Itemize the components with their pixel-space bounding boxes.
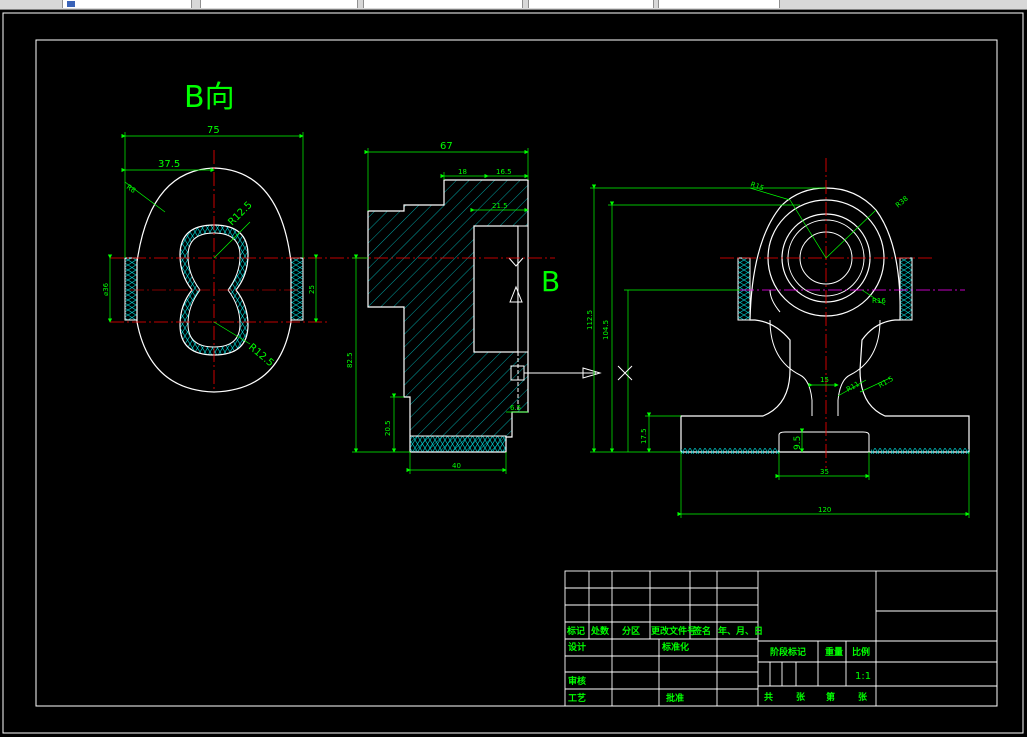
dim-r15: R15 (749, 180, 765, 192)
dim-r-small: R8 (125, 183, 137, 195)
document-icon (67, 1, 75, 7)
dim-r11: R11 (845, 380, 861, 394)
front-left-boss (737, 257, 751, 321)
svg-text:设计: 设计 (568, 641, 586, 653)
svg-text:张: 张 (796, 691, 806, 703)
title-block (564, 570, 998, 707)
dim-r38: R38 (894, 195, 910, 210)
svg-text:标记: 标记 (566, 625, 585, 637)
svg-text:签名: 签名 (692, 625, 711, 637)
svg-text:重量: 重量 (825, 646, 843, 658)
dim-20-5: 20.5 (384, 420, 392, 436)
svg-text:第: 第 (826, 691, 835, 703)
dim-40: 40 (452, 462, 461, 470)
svg-text:张: 张 (858, 691, 868, 703)
dim-r12-5-top: R12.5 (226, 200, 254, 228)
tab-drawing-5[interactable] (658, 0, 780, 8)
dim-6-5: 6.5 (510, 404, 521, 412)
section-cavity (473, 225, 519, 353)
dim-9-5: 9.5 (793, 436, 803, 450)
tab-drawing-1[interactable] (62, 0, 192, 8)
svg-text:标准化: 标准化 (661, 641, 689, 653)
svg-text:年、月、日: 年、月、日 (718, 625, 763, 637)
b-view-label: B向 (184, 80, 235, 115)
dim-104-5: 104.5 (602, 320, 610, 340)
dim-25: 25 (308, 285, 316, 294)
dim-d36: ⌀36 (102, 282, 110, 296)
svg-text:比例: 比例 (852, 646, 870, 658)
dim-35: 35 (820, 468, 829, 476)
front-body-outline (680, 187, 970, 453)
tab-drawing-3[interactable] (363, 0, 523, 8)
tab-drawing-4[interactable] (528, 0, 654, 8)
dim-17-5: 17.5 (640, 428, 648, 444)
dim-120: 120 (818, 506, 831, 514)
section-label-b: B (541, 265, 560, 298)
dim-82-5: 82.5 (346, 352, 354, 368)
dim-37-5: 37.5 (158, 159, 180, 170)
dim-15: 15 (820, 376, 829, 384)
front-view[interactable]: R15 R38 R16 R11 R1.5 15 112.5 104.5 17.5… (586, 158, 970, 518)
svg-text:分区: 分区 (622, 625, 640, 637)
dim-67: 67 (440, 141, 453, 152)
dim-r12-5-bottom: R12.5 (246, 342, 275, 369)
svg-text:审核: 审核 (568, 675, 586, 687)
scale-value: 1:1 (855, 671, 871, 682)
dim-16-5: 16.5 (496, 168, 512, 176)
svg-text:批准: 批准 (666, 692, 684, 704)
drawing-canvas[interactable]: B向 75 37.5 R12.5 R12.5 R8 ⌀36 25 B 67 18… (0, 9, 1027, 737)
b-view-left-boss (124, 257, 138, 321)
svg-text:处数: 处数 (590, 625, 610, 637)
svg-text:共: 共 (764, 691, 773, 703)
svg-text:阶段标记: 阶段标记 (770, 646, 806, 658)
dim-r16: R16 (872, 297, 886, 305)
dim-21-5: 21.5 (492, 202, 508, 210)
dim-18: 18 (458, 168, 467, 176)
svg-text:工艺: 工艺 (568, 692, 586, 704)
dim-75: 75 (207, 125, 220, 136)
b-view-right-boss (290, 257, 304, 321)
section-base-knurl (409, 435, 507, 453)
section-view[interactable]: B 67 18 16.5 21.5 82.5 20.5 40 6.5 (330, 141, 602, 474)
dim-112-5: 112.5 (586, 310, 594, 330)
tab-drawing-2[interactable] (200, 0, 358, 8)
svg-text:更改文件号: 更改文件号 (651, 625, 696, 637)
front-right-boss (899, 257, 913, 321)
dim-r1-5: R1.5 (877, 375, 895, 390)
b-direction-view[interactable]: B向 75 37.5 R12.5 R12.5 R8 ⌀36 25 (102, 80, 330, 393)
